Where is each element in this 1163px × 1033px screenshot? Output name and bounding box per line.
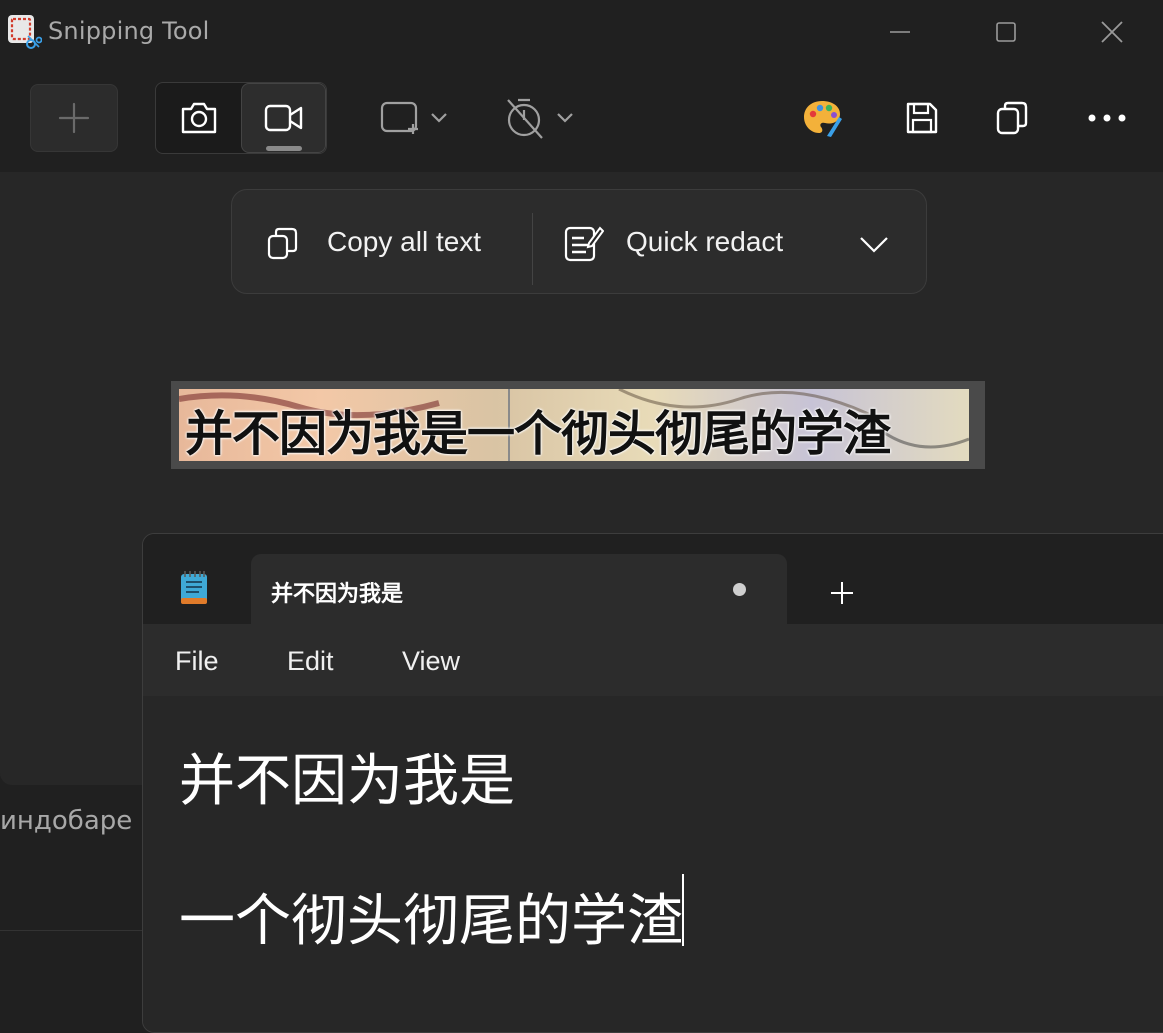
open-in-paint-button[interactable] — [800, 96, 844, 140]
quick-redact-button[interactable]: Quick redact — [626, 226, 783, 258]
new-tab-button[interactable] — [823, 574, 861, 612]
more-icon — [1088, 114, 1126, 122]
minimize-button[interactable] — [880, 12, 920, 52]
quick-redact-dropdown[interactable] — [856, 228, 892, 260]
snip-shape-dropdown[interactable] — [378, 96, 452, 140]
copy-button[interactable] — [990, 96, 1034, 140]
action-bar-divider — [532, 213, 533, 285]
rectangle-snip-icon — [380, 101, 447, 134]
plus-icon — [831, 582, 853, 604]
menu-view[interactable]: View — [402, 646, 460, 677]
unsaved-indicator-icon[interactable] — [733, 583, 746, 596]
notepad-window: 并不因为我是 File Edit View 并不因为我是 一个彻头彻尾的学渣 — [142, 533, 1163, 1033]
record-mode-button[interactable] — [241, 83, 326, 153]
save-icon — [906, 102, 938, 134]
menu-edit[interactable]: Edit — [287, 646, 334, 677]
active-mode-indicator — [266, 146, 302, 151]
window-title: Snipping Tool — [48, 17, 210, 45]
minimize-icon — [890, 31, 910, 33]
text-caret — [682, 874, 684, 946]
screenshot-mode-button[interactable] — [157, 84, 241, 152]
more-options-button[interactable] — [1084, 96, 1130, 140]
snipping-tool-app-icon — [6, 14, 43, 50]
background-divider — [0, 930, 160, 931]
close-button[interactable] — [1092, 12, 1132, 52]
paint-palette-icon — [804, 101, 842, 137]
captured-image-text: 并不因为我是一个彻头彻尾的学渣 — [185, 406, 891, 462]
delay-timer-dropdown[interactable] — [504, 94, 578, 142]
maximize-button[interactable] — [986, 12, 1026, 52]
new-snip-button[interactable] — [30, 84, 118, 152]
copy-icon — [996, 101, 1028, 135]
background-window-text: индобаре — [0, 806, 133, 836]
editor-line-1: 并不因为我是 — [179, 749, 515, 814]
plus-icon — [58, 102, 90, 134]
close-icon — [1101, 21, 1123, 43]
editor-line-2: 一个彻头彻尾的学渣 — [179, 889, 683, 954]
maximize-icon — [996, 22, 1016, 42]
save-button[interactable] — [900, 96, 944, 140]
quick-redact-icon — [562, 222, 605, 268]
camera-icon — [181, 102, 217, 134]
menu-file[interactable]: File — [175, 646, 219, 677]
copy-all-text-icon — [264, 224, 304, 268]
chevron-down-icon — [860, 237, 888, 253]
video-camera-icon — [264, 104, 302, 132]
timer-off-icon — [507, 98, 573, 139]
notepad-app-icon — [179, 570, 209, 610]
copy-all-text-button[interactable]: Copy all text — [327, 226, 481, 258]
notepad-tab-title: 并不因为我是 — [271, 582, 404, 607]
